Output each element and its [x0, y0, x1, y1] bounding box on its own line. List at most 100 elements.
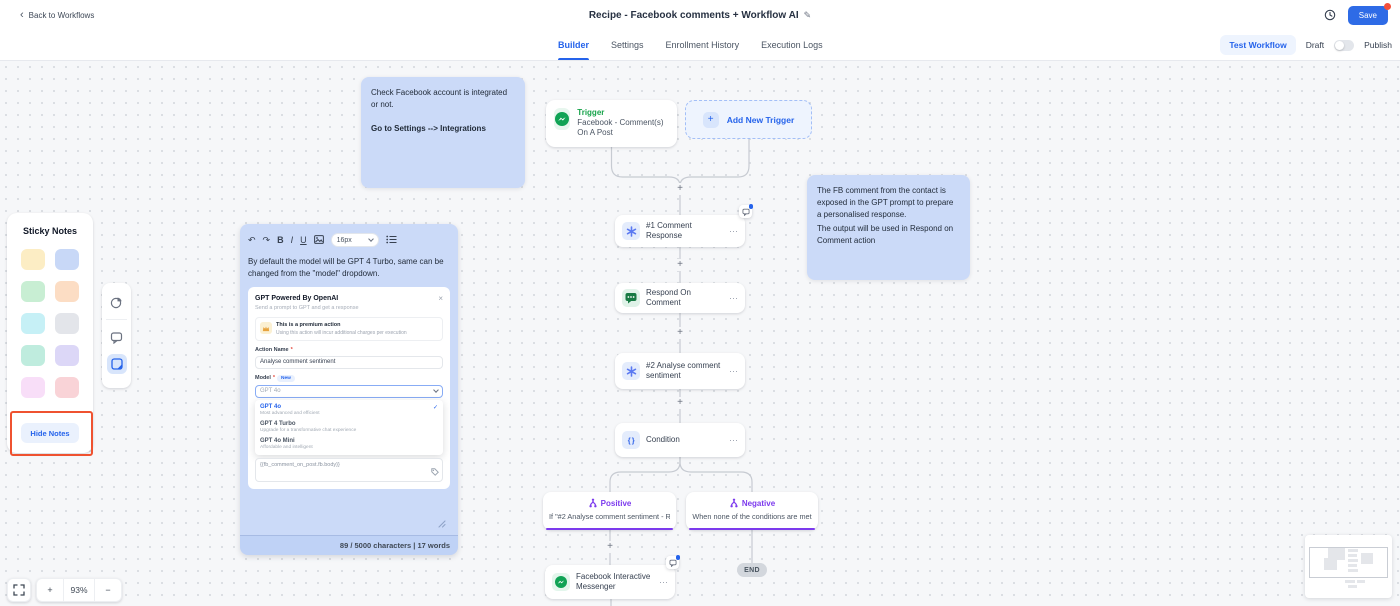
publish-label: Publish: [1364, 40, 1392, 50]
add-step-button[interactable]: +: [674, 259, 686, 271]
node-comment-badge[interactable]: [666, 555, 680, 569]
color-swatch[interactable]: [21, 249, 45, 270]
node-title: Condition: [646, 435, 680, 444]
node-menu-button[interactable]: ⋯: [729, 435, 738, 446]
node-condition[interactable]: { } Condition ⋯: [615, 423, 745, 457]
tabbar-actions: Test Workflow Draft Publish: [1220, 30, 1392, 60]
node-menu-button[interactable]: ⋯: [729, 293, 738, 304]
branch-positive[interactable]: Positive If "#2 Analyse comment sentimen…: [543, 492, 676, 530]
hide-notes-button[interactable]: Hide Notes: [21, 423, 79, 443]
publish-toggle[interactable]: [1334, 39, 1355, 51]
zoom-out-button[interactable]: −: [95, 579, 121, 601]
color-swatch[interactable]: [54, 281, 79, 302]
font-size-dropdown[interactable]: 16px: [330, 233, 379, 247]
model-dropdown: GPT 4o Most advanced and efficient ✓ GPT…: [255, 399, 443, 455]
list-icon[interactable]: [385, 235, 397, 246]
color-swatch[interactable]: [21, 377, 45, 398]
node-comment-badge[interactable]: [739, 204, 753, 218]
test-workflow-button[interactable]: Test Workflow: [1220, 35, 1296, 55]
underline-icon[interactable]: U: [300, 235, 307, 245]
node-respond-on-comment[interactable]: Respond On Comment ⋯: [615, 283, 745, 313]
undo-icon[interactable]: ↶: [248, 235, 256, 245]
edit-title-icon[interactable]: ✎: [804, 10, 812, 21]
add-step-button[interactable]: +: [604, 541, 616, 553]
zoom-in-button[interactable]: +: [37, 579, 63, 601]
color-swatch[interactable]: [54, 345, 79, 366]
condition-braces-icon: { }: [622, 431, 640, 449]
node-menu-button[interactable]: ⋯: [729, 366, 738, 377]
branch-rule: If "#2 Analyse comment sentiment - R...: [549, 511, 670, 521]
note-resize-handle[interactable]: [438, 515, 446, 533]
color-swatch[interactable]: [54, 377, 79, 398]
add-step-button[interactable]: +: [674, 327, 686, 339]
redo-icon[interactable]: ↷: [263, 235, 271, 245]
add-step-button[interactable]: +: [674, 397, 686, 409]
node-facebook-interactive-messenger[interactable]: Facebook Interactive Messenger ⋯: [545, 565, 675, 599]
note-line: The FB comment from the contact is expos…: [817, 186, 954, 219]
prompt-field: {{fb_comment_on_post.fb.body}}: [255, 457, 443, 482]
sticky-notes-title: Sticky Notes: [22, 226, 78, 236]
required-mark: *: [290, 346, 293, 353]
add-step-button[interactable]: +: [674, 183, 686, 195]
add-new-trigger-button[interactable]: + Add New Trigger: [685, 100, 812, 139]
color-swatch[interactable]: [54, 249, 79, 270]
trigger-name: Facebook - Comment(s) On A Post: [577, 118, 664, 138]
color-swatch[interactable]: [21, 281, 45, 302]
tab-bar: Builder Settings Enrollment History Exec…: [0, 30, 1400, 61]
plus-icon: +: [702, 111, 719, 128]
draft-label: Draft: [1305, 40, 1325, 50]
branch-rule: When none of the conditions are met: [692, 511, 812, 521]
sticky-note-editor[interactable]: ↶ ↷ B I U 16px By default the model will…: [240, 224, 458, 555]
node-menu-button[interactable]: ⋯: [729, 226, 738, 237]
branch-negative[interactable]: Negative When none of the conditions are…: [686, 492, 818, 530]
history-icon[interactable]: [1324, 9, 1336, 21]
note-line: The output will be used in Respond on Co…: [817, 224, 954, 245]
tab-builder[interactable]: Builder: [558, 30, 590, 60]
sticky-note-icon[interactable]: [106, 354, 127, 374]
trigger-node[interactable]: Trigger Facebook - Comment(s) On A Post: [546, 100, 677, 147]
screenshot-title: GPT Powered By OpenAI: [255, 295, 339, 303]
italic-icon[interactable]: I: [291, 235, 294, 245]
model-option: GPT 4o Most advanced and efficient ✓: [255, 402, 443, 419]
action-name-label: Action Name *: [255, 347, 443, 353]
note-body-text[interactable]: By default the model will be GPT 4 Turbo…: [248, 256, 450, 279]
model-option: GPT 4 Turbo Upgrade for a transformative…: [255, 419, 443, 436]
node-comment-response[interactable]: #1 Comment Response ⋯: [615, 215, 745, 247]
color-swatch[interactable]: [54, 313, 79, 334]
character-count: 89 / 5000 characters | 17 words: [240, 535, 458, 555]
node-analyse-sentiment[interactable]: #2 Analyse comment sentiment ⋯: [615, 353, 745, 389]
model-select-value: GPT 4o: [260, 388, 281, 395]
tab-enrollment-history[interactable]: Enrollment History: [666, 30, 740, 60]
node-title: #2 Analyse comment sentiment: [646, 361, 721, 380]
option-desc: Affordable and intelligent: [260, 445, 313, 451]
comment-reply-icon: [622, 289, 640, 307]
node-menu-button[interactable]: ⋯: [659, 577, 668, 588]
check-icon: ✓: [432, 405, 438, 412]
branch-split-icon: [589, 498, 597, 508]
integration-sticky-note[interactable]: Check Facebook account is integrated or …: [361, 77, 525, 188]
color-swatch[interactable]: [21, 345, 45, 366]
font-size-value: 16px: [336, 236, 352, 244]
header-actions: Save: [1324, 2, 1391, 25]
crown-icon: [260, 322, 272, 335]
tag-icon: [431, 467, 439, 478]
tab-settings[interactable]: Settings: [611, 30, 644, 60]
gpt-sticky-note[interactable]: The FB comment from the contact is expos…: [807, 175, 970, 280]
new-badge: New: [277, 374, 295, 382]
insert-image-icon[interactable]: [313, 234, 324, 246]
color-swatch[interactable]: [21, 313, 45, 334]
fit-to-screen-button[interactable]: [7, 578, 31, 602]
option-name: GPT 4o Mini: [260, 438, 295, 445]
branch-label: Positive: [600, 498, 632, 508]
node-title: Facebook Interactive Messenger: [576, 572, 651, 591]
bold-icon[interactable]: B: [277, 235, 284, 245]
chevron-down-icon: [433, 387, 439, 394]
comments-icon[interactable]: [107, 327, 127, 347]
facebook-messenger-icon: [552, 573, 570, 591]
openai-icon: [622, 362, 640, 380]
note-line: Check Facebook account is integrated or …: [371, 88, 508, 109]
save-button[interactable]: Save: [1347, 2, 1391, 25]
canvas-minimap[interactable]: [1305, 535, 1392, 598]
tab-execution-logs[interactable]: Execution Logs: [761, 30, 823, 60]
analytics-pie-icon[interactable]: [107, 292, 127, 312]
